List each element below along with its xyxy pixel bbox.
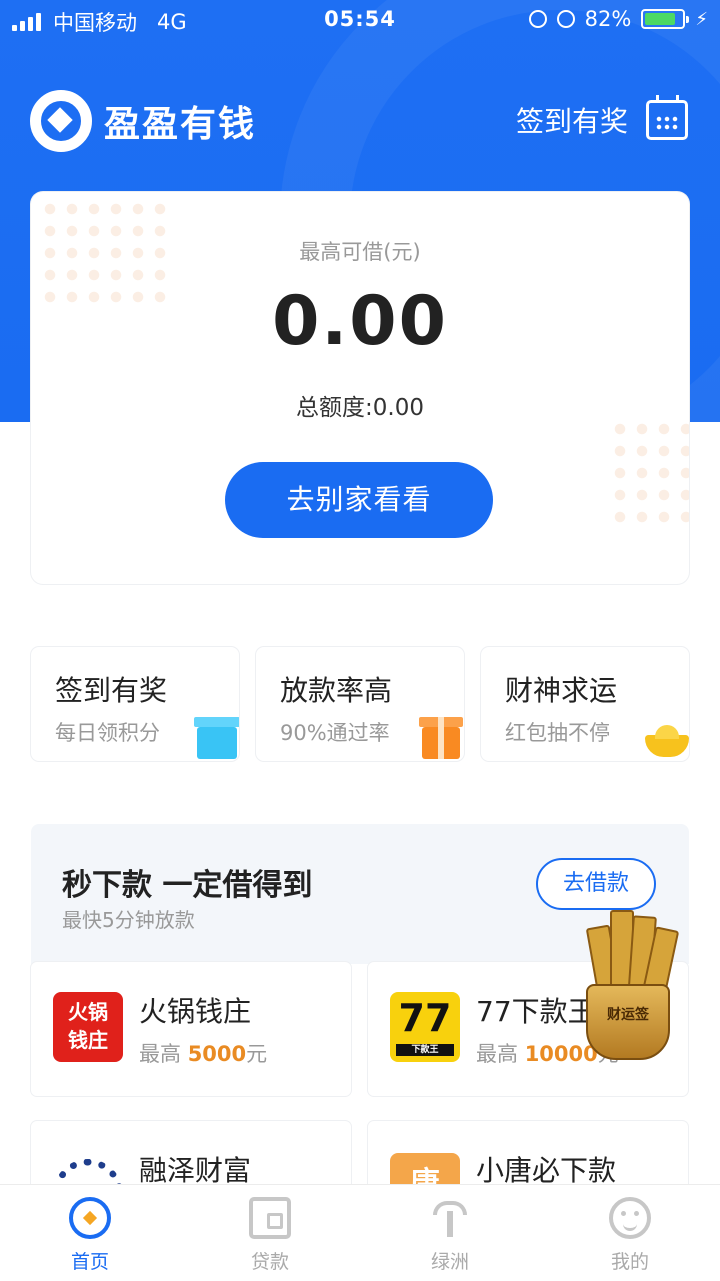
tab-label: 首页 [70, 1251, 109, 1273]
charging-icon: ⚡ [695, 8, 708, 30]
fortune-pot: 财运签 [586, 984, 670, 1060]
max-borrow-label: 最高可借(元) [299, 240, 421, 264]
product-name: 融泽财富 [139, 1154, 252, 1187]
rotation-lock-icon [528, 10, 547, 28]
feature-title: 放款率高 [280, 674, 393, 707]
tab-oasis[interactable]: 绿洲 [360, 1185, 540, 1281]
calendar-icon [646, 95, 688, 140]
status-bar: 中国移动 4G 05:54 82% ⚡ [0, 0, 720, 40]
product-logo: 火锅钱庄 [53, 992, 123, 1062]
gift-icon [419, 717, 463, 759]
wallet-icon [249, 1197, 291, 1239]
limit-unit: 元 [246, 1042, 268, 1066]
feature-fortune-card[interactable]: 财神求运 红包抽不停 [481, 647, 689, 761]
app-logo: 盈盈有钱 [30, 90, 256, 152]
feature-approval-card[interactable]: 放款率高 90%通过率 [256, 647, 464, 761]
feature-title: 签到有奖 [55, 674, 168, 707]
go-borrow-button[interactable]: 去借款 [536, 858, 656, 910]
home-icon [69, 1197, 111, 1239]
tab-loan[interactable]: 贷款 [180, 1185, 360, 1281]
logo-text: 77 [398, 996, 452, 1040]
tab-home[interactable]: 首页 [0, 1185, 180, 1281]
battery-icon [641, 9, 690, 29]
alarm-icon [556, 10, 575, 28]
limit-prefix: 最高 [139, 1042, 188, 1066]
product-name: 77下款王 [476, 995, 596, 1028]
tab-label: 绿洲 [430, 1251, 469, 1273]
tab-mine[interactable]: 我的 [540, 1185, 720, 1281]
battery-percent: 82% [584, 7, 632, 31]
profile-icon [609, 1197, 651, 1239]
product-name: 小唐必下款 [476, 1154, 617, 1187]
dot-pattern [609, 418, 689, 528]
checkin-header-button[interactable]: 签到有奖 [515, 95, 688, 140]
palm-tree-icon [429, 1197, 471, 1239]
battery-level [645, 13, 675, 25]
product-logo: 77 下款王 [390, 992, 460, 1062]
product-card[interactable]: 火锅钱庄 火锅钱庄 最高 5000元 [31, 962, 351, 1096]
tab-label: 贷款 [250, 1251, 289, 1273]
credit-card: 最高可借(元) 0.00 总额度:0.00 去别家看看 [31, 192, 689, 584]
max-borrow-amount: 0.00 [272, 282, 448, 361]
look-elsewhere-button[interactable]: 去别家看看 [225, 462, 493, 538]
promo-title: 秒下款 一定借得到 [62, 868, 313, 903]
feature-subtitle: 90%通过率 [280, 721, 390, 745]
bottom-tab-bar: 首页 贷款 绿洲 我的 [0, 1184, 720, 1281]
promo-subtitle: 最快5分钟放款 [62, 908, 195, 932]
tab-label: 我的 [610, 1251, 649, 1273]
checkin-header-label: 签到有奖 [515, 105, 628, 138]
app-name: 盈盈有钱 [104, 104, 257, 145]
logo-text: 火锅钱庄 [68, 1000, 108, 1052]
product-limit: 最高 5000元 [139, 1038, 267, 1068]
limit-amount: 5000 [187, 1042, 247, 1066]
limit-prefix: 最高 [476, 1042, 525, 1066]
product-name: 火锅钱庄 [139, 995, 252, 1028]
feature-title: 财神求运 [505, 674, 618, 707]
gold-ingot-icon [645, 725, 689, 757]
feature-subtitle: 每日领积分 [55, 721, 160, 745]
logo-icon [30, 90, 92, 152]
feature-checkin-card[interactable]: 签到有奖 每日领积分 [31, 647, 239, 761]
status-right: 82% ⚡ [528, 7, 708, 31]
gift-icon [194, 717, 239, 759]
feature-subtitle: 红包抽不停 [505, 721, 610, 745]
logo-subtext: 下款王 [396, 1044, 454, 1056]
total-limit: 总额度:0.00 [296, 395, 424, 421]
fortune-sticks-icon[interactable]: 财运签 [582, 910, 680, 1060]
